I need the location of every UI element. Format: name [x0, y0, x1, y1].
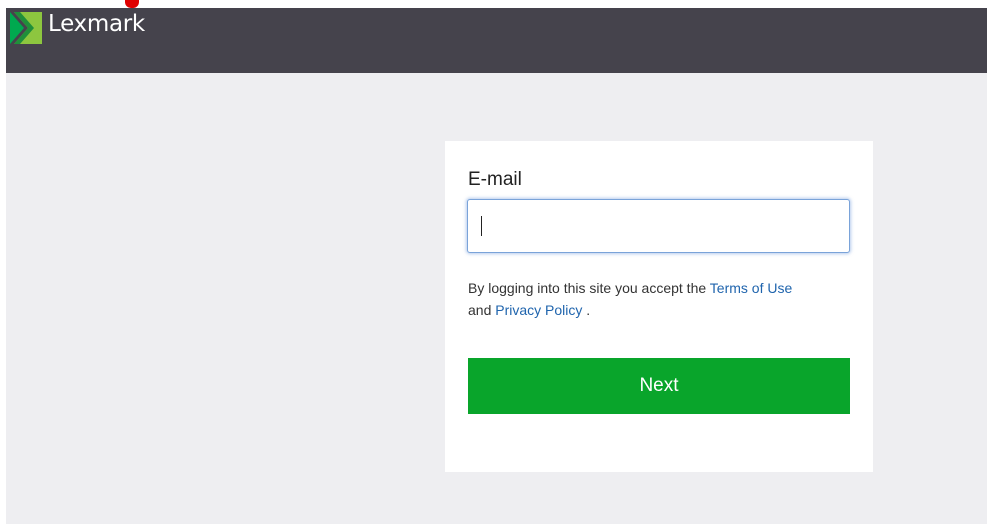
red-decoration: [125, 0, 139, 8]
brand-name: Lexmark: [48, 11, 145, 37]
terms-of-use-link[interactable]: Terms of Use: [710, 280, 792, 296]
email-label: E-mail: [468, 169, 522, 190]
lexmark-logo-icon: [10, 12, 42, 44]
lexmark-logo[interactable]: Lexmark: [10, 11, 145, 44]
text-cursor: [481, 216, 482, 236]
terms-text: By logging into this site you accept the…: [468, 277, 852, 321]
terms-prefix: By logging into this site you accept the: [468, 280, 707, 296]
next-button[interactable]: Next: [468, 358, 850, 414]
terms-and: and: [468, 302, 492, 318]
site-header: Lexmark: [6, 8, 987, 73]
privacy-policy-link[interactable]: Privacy Policy: [495, 302, 582, 318]
browser-viewport: Lexmark E-mail By logging into this site…: [6, 8, 987, 524]
login-card: E-mail By logging into this site you acc…: [445, 141, 873, 472]
terms-suffix: .: [586, 302, 591, 318]
email-input[interactable]: [467, 199, 850, 253]
